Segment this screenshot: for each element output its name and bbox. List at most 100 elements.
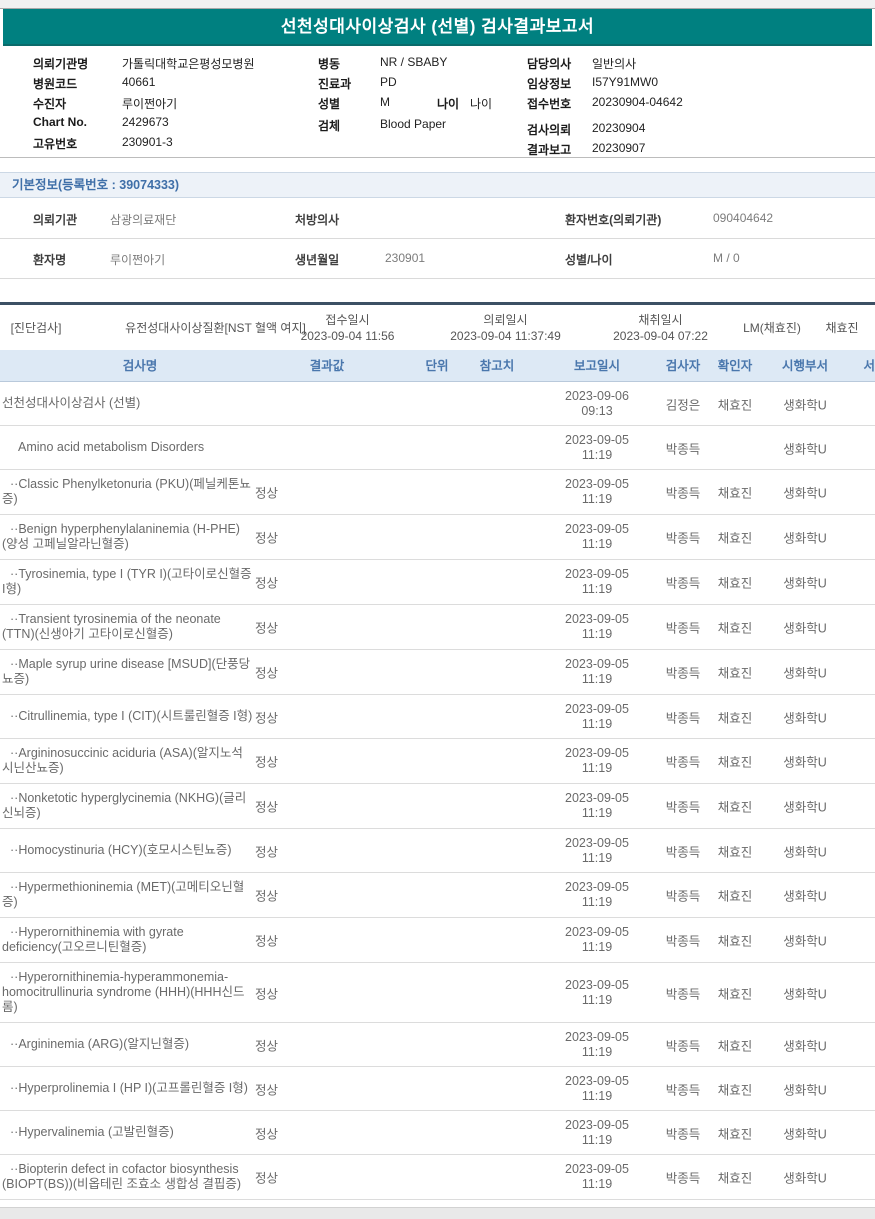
field-value: I57Y91MW0	[592, 75, 659, 89]
field-label: 생년월일	[295, 253, 340, 267]
result-value-cell: 정상	[255, 934, 279, 949]
confirmer-cell: 채효진	[717, 1127, 753, 1141]
table-row: 선천성대사이상검사 (선별) 2023-09-06 09:13 김정은 채효진 생화학U	[0, 382, 875, 426]
report-datetime-cell: 2023-09-05 11:19	[565, 977, 629, 1007]
table-row: ··Tyrosinemia, type I (TYR I)(고타이로신혈증 I형…	[0, 560, 875, 605]
result-value-cell: 정상	[255, 1171, 279, 1186]
test-name-cell: ··Hypervalinemia (고발린혈증)	[10, 1125, 174, 1139]
field-value: PD	[380, 75, 397, 89]
confirmer-cell: 채효진	[717, 398, 753, 412]
order-received: 접수일시 2023-09-04 11:56	[275, 312, 420, 344]
field-value: 나이	[470, 97, 493, 111]
table-row: ··Nonketotic hyperglycinemia (NKHG)(글리신뇌…	[0, 784, 875, 829]
field-label: 의뢰기관명	[33, 57, 89, 71]
report-datetime-cell: 2023-09-05 11:19	[565, 791, 629, 820]
department-cell: 생화학U	[783, 755, 827, 770]
field-value: M	[380, 95, 390, 109]
confirmer-cell: 채효진	[717, 711, 753, 725]
confirmer-cell: 채효진	[717, 755, 753, 770]
test-name-cell: ··Classic Phenylketonuria (PKU)(페닐케톤뇨증)	[2, 477, 251, 506]
field-label: 처방의사	[295, 213, 340, 227]
order-collected-label: 채취일시	[638, 312, 683, 327]
tester-cell: 박종득	[665, 442, 701, 456]
field-value: 20230907	[592, 141, 646, 155]
department-cell: 생화학U	[783, 889, 827, 904]
order-collected-value: 2023-09-04 07:22	[613, 328, 708, 343]
department-cell: 생화학U	[783, 1127, 827, 1141]
field-value: 230901	[385, 251, 426, 265]
patient-id-block: 의뢰기관명 가톨릭대학교은평성모병원 병원코드 40661 수진자 루이쩐아기 …	[0, 46, 875, 158]
report-datetime-cell: 2023-09-05 11:19	[565, 746, 629, 775]
table-row: ··Benign hyperphenylalaninemia (H-PHE)(양…	[0, 515, 875, 560]
report-title: 선천성대사이상검사 (선별) 검사결과보고서	[3, 9, 872, 46]
confirmer-cell: 채효진	[717, 531, 753, 546]
window-top-strip	[0, 0, 875, 9]
department-cell: 생화학U	[783, 987, 827, 1001]
test-name-cell: ··Hypermethioninemia (MET)(고메티오닌혈증)	[2, 880, 245, 909]
col-header-test-name: 검사명	[122, 359, 158, 373]
confirmer-cell: 채효진	[717, 486, 753, 501]
order-tag: [진단검사]	[10, 320, 62, 335]
test-name-cell: ··Argininosuccinic aciduria (ASA)(알지노석시닌…	[2, 746, 243, 775]
field-label: 성별/나이	[565, 253, 613, 267]
department-cell: 생화학U	[783, 1083, 827, 1097]
row-divider	[0, 238, 875, 239]
col-header-form: 서식	[863, 359, 875, 373]
report-datetime-cell: 2023-09-05 11:19	[565, 657, 629, 686]
col-header-report-datetime: 보고일시	[573, 359, 620, 373]
test-name-cell: ··Hyperornithinemia-hyperammonemia-homoc…	[2, 970, 245, 1014]
field-label: 나이	[437, 97, 460, 111]
result-value-cell: 정상	[255, 486, 279, 501]
department-cell: 생화학U	[783, 398, 827, 412]
report-datetime-cell: 2023-09-06 09:13	[565, 388, 629, 418]
col-header-result: 결과값	[309, 359, 345, 373]
field-value: 20230904	[592, 121, 646, 135]
confirmer-cell: 채효진	[717, 845, 753, 859]
field-value: 40661	[122, 75, 156, 89]
field-label: 병동	[318, 57, 341, 71]
field-label: 접수번호	[527, 97, 572, 111]
result-value-cell: 정상	[255, 711, 279, 725]
table-row: ··Citrullinemia, type I (CIT)(시트룰린혈증 I형)…	[0, 695, 875, 739]
test-name-cell: ··Argininemia (ARG)(알지닌혈증)	[10, 1037, 190, 1051]
field-label: 검체	[318, 119, 341, 133]
results-table-body: 선천성대사이상검사 (선별) 2023-09-06 09:13 김정은 채효진 생화학U…	[0, 382, 875, 1200]
report-datetime-cell: 2023-09-05 11:19	[565, 1162, 629, 1191]
field-value: 20230904-04642	[592, 95, 683, 109]
field-value: 가톨릭대학교은평성모병원	[122, 57, 255, 71]
field-label: 성별	[318, 97, 341, 111]
result-value-cell: 정상	[255, 1083, 279, 1097]
department-cell: 생화학U	[783, 486, 827, 501]
confirmer-cell: 채효진	[717, 1083, 753, 1097]
result-value-cell: 정상	[255, 987, 279, 1001]
confirmer-cell: 채효진	[717, 666, 753, 681]
result-value-cell: 정상	[255, 666, 279, 681]
order-received-label: 접수일시	[325, 312, 370, 327]
test-name-cell: ··Transient tyrosinemia of the neonate (…	[2, 612, 221, 641]
department-cell: 생화학U	[783, 666, 827, 681]
result-value-cell: 정상	[255, 889, 279, 904]
report-datetime-cell: 2023-09-05 11:19	[565, 1029, 629, 1059]
test-name-cell: ··Maple syrup urine disease [MSUD](단풍당뇨증…	[2, 657, 251, 686]
field-label: 의뢰기관	[33, 213, 78, 227]
table-row: ··Hypervalinemia (고발린혈증) 정상 2023-09-05 11:…	[0, 1111, 875, 1155]
table-row: ··Argininosuccinic aciduria (ASA)(알지노석시닌…	[0, 739, 875, 784]
report-datetime-cell: 2023-09-05 11:19	[565, 432, 629, 462]
table-row: ··Transient tyrosinemia of the neonate (…	[0, 605, 875, 650]
confirmer-cell: 채효진	[717, 889, 753, 904]
report-datetime-cell: 2023-09-05 11:19	[565, 612, 629, 641]
order-info-row: [진단검사] 유전성대사이상질환[NST 혈액 여지] 접수일시 2023-09…	[0, 305, 875, 350]
confirmer-cell: 채효진	[717, 934, 753, 949]
field-value: 2429673	[122, 115, 169, 129]
test-name-cell: ··Tyrosinemia, type I (TYR I)(고타이로신혈증 I형…	[2, 567, 252, 596]
test-name-cell: ··Hyperornithinemia with gyrate deficien…	[2, 925, 184, 954]
report-datetime-cell: 2023-09-05 11:19	[565, 925, 629, 954]
department-cell: 생화학U	[783, 800, 827, 815]
table-row: ··Hyperprolinemia I (HP I)(고프롤린혈증 I형) 정상 2…	[0, 1067, 875, 1111]
field-value: 삼광의료재단	[110, 213, 177, 227]
test-name-cell: ··Citrullinemia, type I (CIT)(시트룰린혈증 I형)	[10, 709, 253, 723]
result-value-cell: 정상	[255, 845, 279, 859]
table-row: ··Homocystinuria (HCY)(호모시스틴뇨증) 정상 2023-09…	[0, 829, 875, 873]
result-value-cell: 정상	[255, 1039, 279, 1053]
field-value: NR / SBABY	[380, 55, 448, 69]
